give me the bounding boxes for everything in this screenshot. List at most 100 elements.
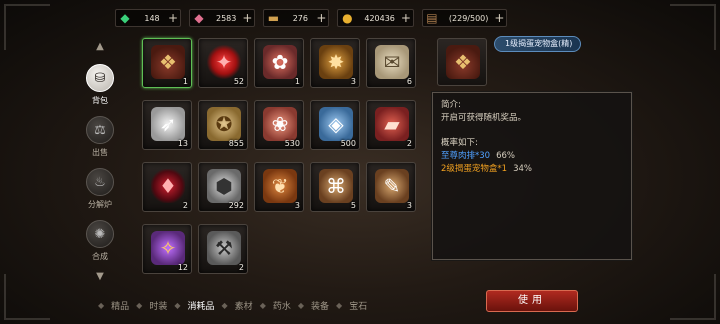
pink-gem-icon: ◆ (194, 11, 204, 25)
blue-badge-icon: ◈ (319, 107, 353, 141)
item-count: 2 (182, 201, 188, 210)
add-currency-button[interactable]: + (494, 10, 504, 26)
nav-item-label: 出售 (92, 148, 108, 157)
silver-badge-icon: ⬢ (207, 169, 241, 203)
detail-item-icon: ❖ (437, 38, 487, 86)
nav-sell-icon: ⚖ (86, 116, 114, 144)
frame-corner (670, 4, 716, 50)
currency-item: ◆ 2583 + (189, 9, 256, 27)
nav-item-label: 合成 (92, 252, 108, 261)
inventory-slot[interactable]: ♦ 2 (142, 162, 192, 212)
scroll-icon: ✉ (375, 45, 409, 79)
item-count: 5 (350, 201, 356, 210)
intro-label: 简介: (441, 100, 461, 110)
inventory-slot[interactable]: ✦ 52 (198, 38, 248, 88)
inventory-grid: ❖ 1 ✦ 52 ✿ 1 ✸ 3 ✉ 6 ➶ 13 ✪ 855 ❀ 530 ◈ 500 ▰ 2 ♦ 2 ⬢ 292 ❦ 3 ⌘ 5 ✎ 3… (142, 38, 416, 274)
nav-down-arrow-icon[interactable]: ▼ (84, 270, 116, 284)
inventory-slot[interactable]: ✉ 6 (366, 38, 416, 88)
inventory-slot[interactable]: ✎ 3 (366, 162, 416, 212)
currency-value: 148 (144, 13, 160, 23)
item-count: 3 (350, 77, 356, 86)
tab-5[interactable]: 装备 (304, 299, 336, 312)
item-count: 52 (233, 77, 244, 86)
inventory-slot[interactable]: ✸ 3 (310, 38, 360, 88)
item-count: 530 (284, 139, 300, 148)
nav-up-arrow-icon[interactable]: ▲ (84, 40, 116, 54)
inventory-slot[interactable]: ❦ 3 (254, 162, 304, 212)
paint-brush-icon: ✎ (375, 169, 409, 203)
inventory-slot[interactable]: ➶ 13 (142, 100, 192, 150)
currency-value: 2583 (216, 13, 237, 23)
tab-4[interactable]: 药水 (266, 299, 298, 312)
nav-synth-icon: ✺ (86, 220, 114, 248)
tab-0[interactable]: 精品 (104, 299, 136, 312)
tab-6[interactable]: 宝石 (342, 299, 374, 312)
frame-corner (4, 4, 50, 50)
probability-label: 概率如下: (441, 138, 478, 148)
inventory-slot[interactable]: ❖ 1 (142, 38, 192, 88)
gold-rune-icon: ✸ (319, 45, 353, 79)
inventory-slot[interactable]: ◈ 500 (310, 100, 360, 150)
drop-row: 至尊肉排*30 66% (441, 150, 623, 163)
inventory-slot[interactable]: ▰ 2 (366, 100, 416, 150)
nav-item-synth[interactable]: ✺ 合成 (84, 220, 116, 262)
nav-bag-icon: ⛁ (86, 64, 114, 92)
paw-badge-icon: ❀ (263, 107, 297, 141)
bamboo-scroll-icon: ⌘ (319, 169, 353, 203)
nav-item-decompose[interactable]: ♨ 分解炉 (84, 168, 116, 210)
currency-value: 420436 (364, 13, 395, 23)
left-nav: ▲ ⛁ 背包 ⚖ 出售 ♨ 分解炉 ✺ 合成 ▼ (84, 40, 116, 284)
currency-item: ◆ 148 + (115, 9, 181, 27)
nav-item-label: 分解炉 (88, 200, 112, 209)
currency-value: 276 (292, 13, 308, 23)
red-crystal-icon: ✦ (207, 45, 241, 79)
item-count: 292 (228, 201, 244, 210)
item-count: 2 (238, 263, 244, 272)
currency-value: (229/500) (448, 13, 489, 23)
drop-row: 2级揭蛋宠物盒*1 34% (441, 163, 623, 176)
add-currency-button[interactable]: + (168, 10, 178, 26)
nav-item-sell[interactable]: ⚖ 出售 (84, 116, 116, 158)
inventory-slot[interactable]: ❀ 530 (254, 100, 304, 150)
add-currency-button[interactable]: + (242, 10, 252, 26)
gold-ticket-icon: ▬ (267, 11, 280, 25)
item-count: 3 (294, 201, 300, 210)
pet-egg-chest-icon: ❖ (446, 45, 480, 79)
item-count: 1 (182, 77, 188, 86)
tab-1[interactable]: 时装 (142, 299, 174, 312)
meat-icon: ▰ (375, 107, 409, 141)
pet-egg-chest-icon: ❖ (151, 45, 185, 79)
treasure-bag-icon: ✧ (151, 231, 185, 265)
nav-item-bag[interactable]: ⛁ 背包 (84, 64, 116, 106)
bag-capacity-icon: ▤ (426, 11, 438, 25)
inventory-slot[interactable]: ⌘ 5 (310, 162, 360, 212)
item-count: 6 (406, 77, 412, 86)
inventory-slot[interactable]: ✿ 1 (254, 38, 304, 88)
inventory-slot[interactable]: ⬢ 292 (198, 162, 248, 212)
item-count: 12 (177, 263, 188, 272)
red-shard-icon: ♦ (151, 169, 185, 203)
currency-item: ▤ (229/500) + (421, 9, 508, 27)
inventory-slot[interactable]: ✪ 855 (198, 100, 248, 150)
use-button[interactable]: 使用 (486, 290, 578, 312)
currency-item: ▬ 276 + (263, 9, 330, 27)
green-gem-icon: ◆ (120, 11, 130, 25)
frame-corner (4, 274, 50, 320)
drop-percent: 34% (513, 164, 532, 174)
frame-corner (670, 274, 716, 320)
item-count: 1 (294, 77, 300, 86)
inventory-slot[interactable]: ⚒ 2 (198, 224, 248, 274)
tab-3[interactable]: 素材 (228, 299, 260, 312)
currency-bar: ◆ 148 + ◆ 2583 + ▬ 276 + ● 420436 + ▤ (229/500) + (115, 9, 508, 27)
add-currency-button[interactable]: + (401, 10, 411, 26)
item-detail-panel: 简介: 开启可获得随机奖品。 概率如下: 至尊肉排*30 66% 2级揭蛋宠物盒*… (432, 92, 632, 260)
add-currency-button[interactable]: + (316, 10, 326, 26)
drumstick-icon: ❦ (263, 169, 297, 203)
item-count: 2 (406, 139, 412, 148)
gold-badge-icon: ✪ (207, 107, 241, 141)
tab-2[interactable]: 消耗品 (181, 299, 222, 312)
inventory-slot[interactable]: ✧ 12 (142, 224, 192, 274)
nav-item-label: 背包 (92, 96, 108, 105)
intro-text: 开启可获得随机奖品。 (441, 113, 527, 123)
drop-name: 至尊肉排*30 (441, 151, 491, 161)
